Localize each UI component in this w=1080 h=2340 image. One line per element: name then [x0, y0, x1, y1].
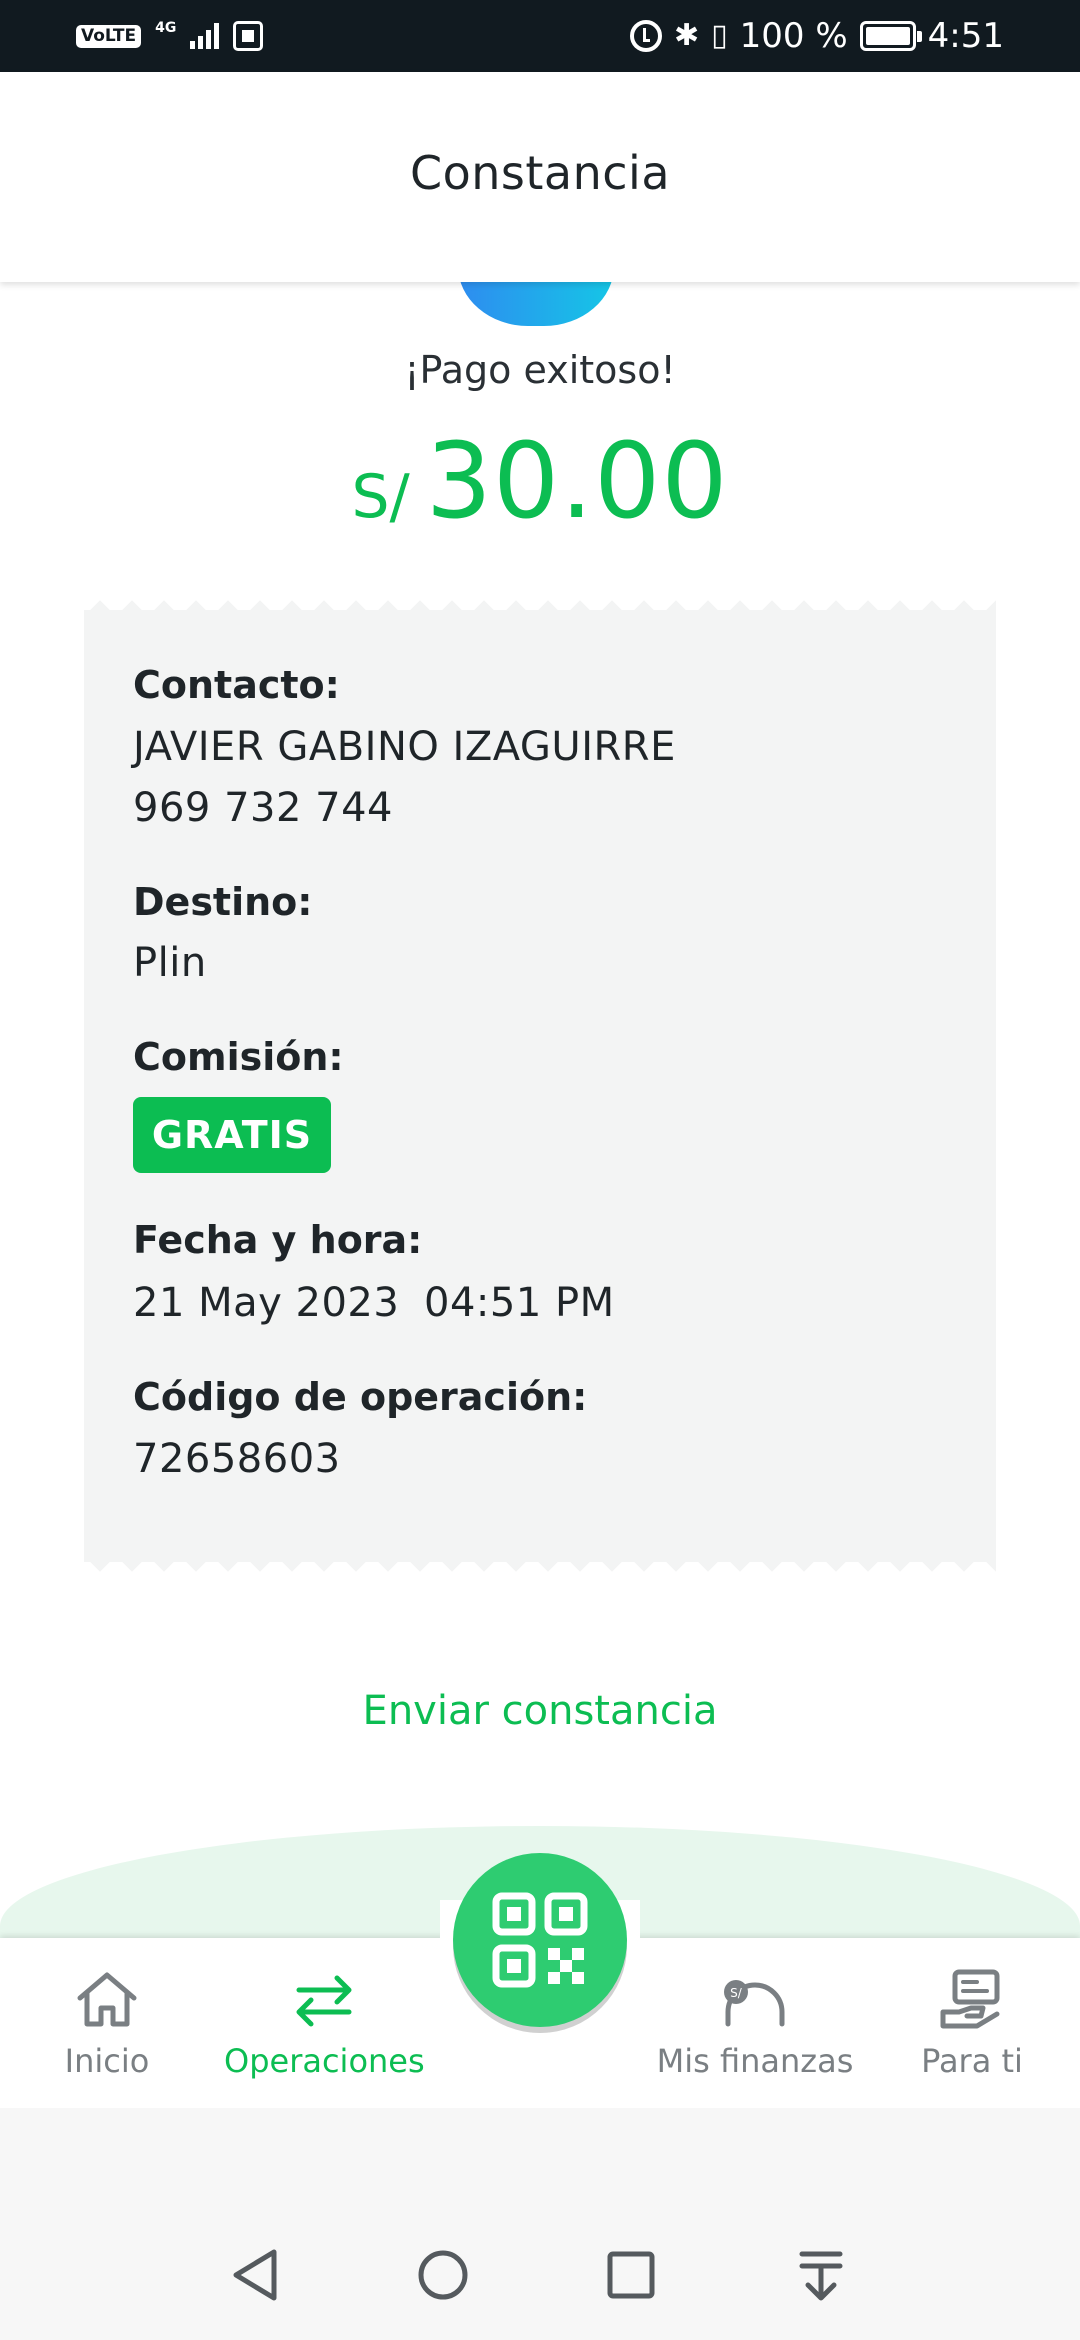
recents-icon[interactable] [604, 2246, 658, 2304]
battery-percent: 100 % [739, 16, 848, 56]
vibrate-icon: ▯ [711, 18, 728, 53]
destination-label: Destino: [133, 880, 313, 924]
datetime-label: Fecha y hora: [133, 1218, 423, 1262]
payment-amount: S/ 30.00 [0, 420, 1080, 542]
receipt-card: Contacto: JAVIER GABINO IZAGUIRRE 969 73… [84, 590, 996, 1582]
transfer-arrows-icon [296, 1975, 352, 2027]
nav-item-mis-finanzas[interactable]: S/ Mis finanzas [655, 1968, 855, 2080]
home-icon [77, 1972, 137, 2027]
payment-status: ¡Pago exitoso! [404, 348, 676, 392]
nav-item-inicio[interactable]: Inicio [7, 1968, 207, 2080]
signal-icon [190, 23, 220, 49]
alarm-icon [629, 20, 662, 52]
page-title: Constancia [409, 146, 671, 200]
battery-icon [859, 21, 922, 51]
commission-label: Comisión: [133, 1035, 344, 1079]
receipt-top-edge [84, 590, 996, 610]
qr-scan-button[interactable] [453, 1853, 627, 2027]
send-receipt-link[interactable]: Enviar constancia [0, 1688, 1080, 1734]
contact-label: Contacto: [133, 663, 340, 707]
notification-pull-icon[interactable] [794, 2246, 848, 2304]
nav-label-mis-finanzas: Mis finanzas [656, 2042, 854, 2080]
app-header: Constancia [0, 72, 1080, 282]
nav-item-operaciones[interactable]: Operaciones [224, 1968, 425, 2080]
commission-badge: GRATIS [133, 1097, 331, 1173]
receipt-bottom-edge [84, 1562, 996, 1582]
status-bar: VoLTE 4G ✱ ▯ 100 % 4:51 [0, 0, 1080, 72]
currency-symbol: S/ [351, 462, 410, 532]
back-icon[interactable] [228, 2246, 282, 2304]
sim-icon [233, 21, 264, 51]
destination-value: Plin [133, 940, 207, 986]
operation-code-label: Código de operación: [133, 1375, 588, 1419]
offer-hand-icon [940, 1969, 1000, 2029]
volte-icon: VoLTE [76, 24, 142, 48]
status-left: VoLTE 4G [76, 18, 264, 54]
nav-label-inicio: Inicio [64, 2042, 150, 2080]
svg-text:S/: S/ [730, 1986, 743, 2000]
clock: 4:51 [927, 16, 1004, 56]
transaction-time: 04:51 PM [424, 1280, 615, 1326]
system-nav-bar [0, 2108, 1080, 2340]
finance-gauge-icon: S/ [724, 1980, 785, 2027]
transaction-date: 21 May 2023 [133, 1280, 400, 1326]
nav-label-para-ti: Para ti [921, 2042, 1023, 2080]
qr-code-icon [492, 1892, 588, 1988]
amount-value: 30.00 [425, 420, 729, 542]
contact-name: JAVIER GABINO IZAGUIRRE [133, 724, 676, 770]
contact-phone: 969 732 744 [133, 785, 393, 831]
home-circle-icon[interactable] [416, 2246, 470, 2304]
operation-code: 72658603 [133, 1436, 341, 1482]
bluetooth-icon: ✱ [673, 18, 700, 53]
status-right: ✱ ▯ 100 % 4:51 [629, 14, 1004, 58]
nav-label-operaciones: Operaciones [224, 2042, 425, 2080]
network-type: 4G [155, 20, 177, 36]
nav-item-para-ti[interactable]: Para ti [872, 1968, 1072, 2080]
